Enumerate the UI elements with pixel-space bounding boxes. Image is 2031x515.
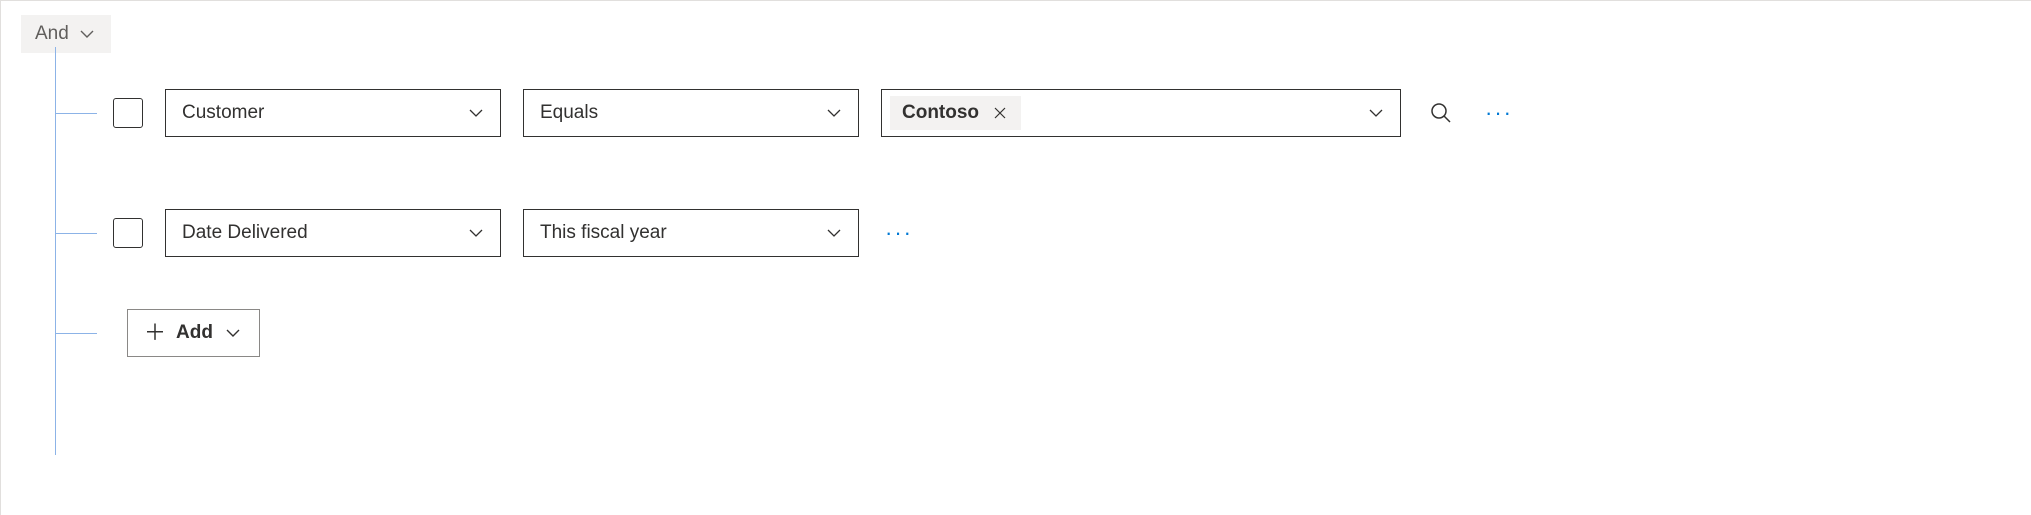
chevron-down-icon xyxy=(77,24,97,44)
field-dropdown[interactable]: Date Delivered xyxy=(165,209,501,257)
add-label: Add xyxy=(176,322,213,344)
value-tag-label: Contoso xyxy=(902,102,979,124)
row-more-button[interactable]: ··· xyxy=(1481,95,1517,131)
chevron-down-icon xyxy=(466,103,486,123)
add-button[interactable]: ＋ Add xyxy=(127,309,260,357)
value-tag: Contoso xyxy=(890,96,1021,130)
filter-builder-panel: And Customer Equals xyxy=(0,0,2031,515)
condition-row: Customer Equals Contoso xyxy=(55,53,2017,173)
remove-tag-button[interactable] xyxy=(991,104,1009,122)
field-dropdown[interactable]: Customer xyxy=(165,89,501,137)
group-operator-dropdown[interactable]: And xyxy=(21,15,111,53)
group-operator-label: And xyxy=(35,23,69,45)
row-checkbox[interactable] xyxy=(113,98,143,128)
chevron-down-icon xyxy=(824,103,844,123)
chevron-down-icon xyxy=(466,223,486,243)
operator-label: This fiscal year xyxy=(540,222,667,244)
field-label: Date Delivered xyxy=(182,222,308,244)
chevron-down-icon xyxy=(1366,103,1386,123)
condition-row: Date Delivered This fiscal year ··· xyxy=(55,173,2017,293)
search-icon xyxy=(1429,101,1453,125)
value-picker[interactable]: Contoso xyxy=(881,89,1401,137)
plus-icon: ＋ xyxy=(144,322,166,344)
chevron-down-icon xyxy=(824,223,844,243)
search-button[interactable] xyxy=(1423,95,1459,131)
condition-tree: Customer Equals Contoso xyxy=(55,53,2017,373)
more-icon: ··· xyxy=(1485,102,1513,124)
operator-label: Equals xyxy=(540,102,598,124)
add-row: ＋ Add xyxy=(55,293,2017,373)
operator-dropdown[interactable]: Equals xyxy=(523,89,859,137)
field-label: Customer xyxy=(182,102,264,124)
row-more-button[interactable]: ··· xyxy=(881,215,917,251)
chevron-down-icon xyxy=(223,323,243,343)
row-checkbox[interactable] xyxy=(113,218,143,248)
more-icon: ··· xyxy=(885,222,913,244)
operator-dropdown[interactable]: This fiscal year xyxy=(523,209,859,257)
